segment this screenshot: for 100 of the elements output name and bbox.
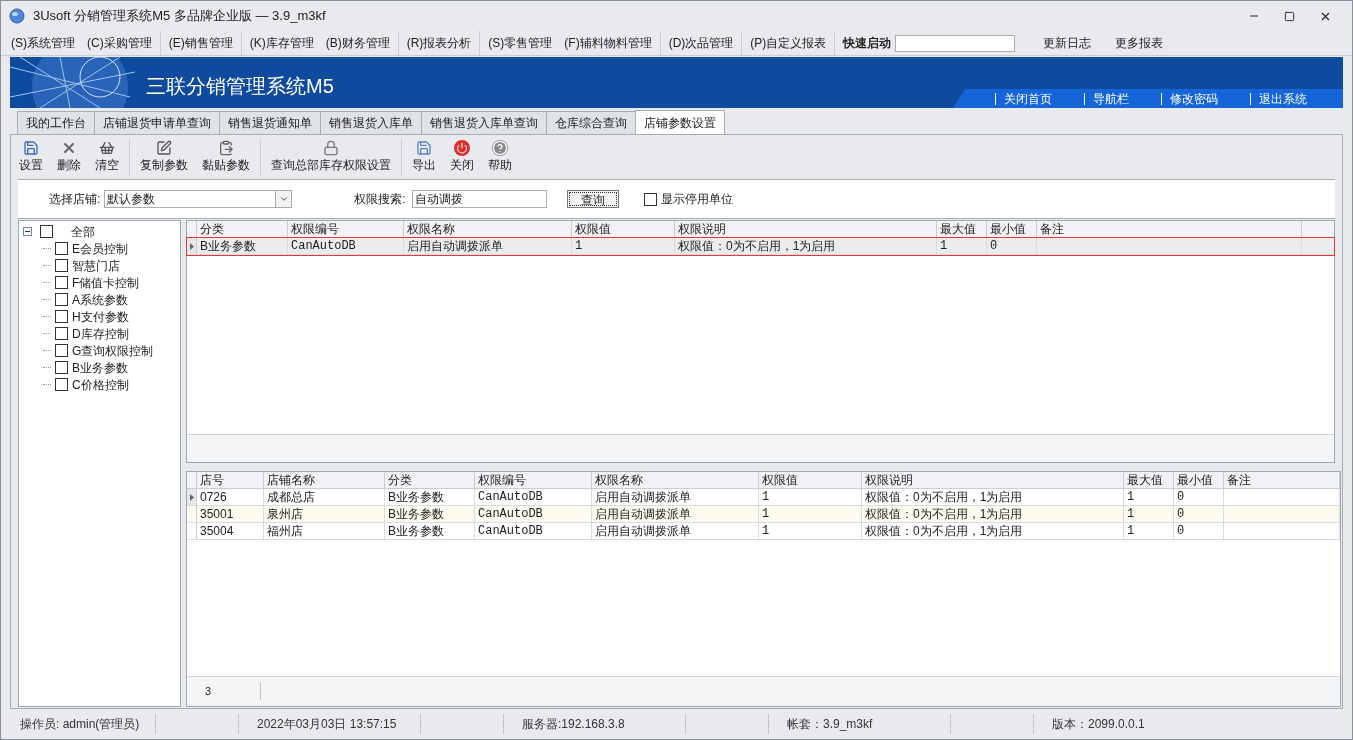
toolbar-button[interactable]: 查询总部库存权限设置 <box>267 140 395 174</box>
search-label: 权限搜索: <box>354 191 406 208</box>
checkbox[interactable] <box>55 259 68 272</box>
table-row[interactable]: B业务参数 CanAutoDB 启用自动调拨派单 1 权限值：0为不启用，1为启用 1 0 <box>187 238 1334 255</box>
store-dropdown[interactable]: 默认参数 <box>104 190 293 208</box>
checkbox[interactable] <box>55 327 68 340</box>
table-cell-text: 启用自动调拨派单 <box>594 506 692 522</box>
banner-link[interactable]: 导航栏 <box>1084 92 1129 105</box>
tree-item[interactable]: 全部 <box>71 222 95 241</box>
restore-icon[interactable] <box>1284 10 1295 22</box>
clipboard-icon <box>218 140 234 156</box>
toolbar-button[interactable]: 关闭 <box>446 140 478 174</box>
checkbox[interactable] <box>643 192 657 206</box>
row-indicator[interactable] <box>187 238 197 254</box>
tab[interactable]: 店铺退货申请单查询 <box>94 111 220 134</box>
tab[interactable]: 销售退货通知单 <box>219 111 321 134</box>
checkbox[interactable] <box>40 225 53 238</box>
table-row[interactable]: 35004 福州店 B业务参数 CanAutoDB 启用自动调拨派单 1 权限值：0为不启用，1为启用 1 0 <box>187 523 1340 540</box>
column-header[interactable]: 最大值 <box>1124 472 1174 488</box>
checkbox[interactable] <box>55 344 68 357</box>
tab[interactable]: 店铺参数设置 <box>635 110 725 134</box>
tree-item[interactable]: G查询权限控制 <box>72 341 154 360</box>
tree-item[interactable]: E会员控制 <box>72 239 128 258</box>
column-header[interactable]: 店铺名称 <box>264 472 385 488</box>
column-header[interactable]: 权限名称 <box>592 472 759 488</box>
column-header[interactable]: 权限值 <box>759 472 862 488</box>
tree-item[interactable]: B业务参数 <box>72 358 128 377</box>
store-label: 选择店铺: <box>49 191 101 208</box>
table-cell-text: 0 <box>989 238 999 254</box>
table-row[interactable]: 35001 泉州店 B业务参数 CanAutoDB 启用自动调拨派单 1 权限值：0为不启用，1为启用 1 0 <box>187 506 1340 523</box>
checkbox[interactable] <box>55 293 68 306</box>
banner-link[interactable]: 关闭首页 <box>995 92 1052 105</box>
table-cell-text: CanAutoDB <box>477 506 544 522</box>
tree-item[interactable]: A系统参数 <box>72 290 128 309</box>
column-header[interactable]: 权限说明 <box>862 472 1124 488</box>
status-text: 2022年03月03日 13:57:15 <box>256 716 398 733</box>
window-title: 3Usoft 分销管理系统M5 多品牌企业版 — 3.9_m3kf <box>33 7 326 26</box>
toolbar-button[interactable]: 删除 <box>53 140 85 174</box>
toolbar-button[interactable]: 设置 <box>15 140 47 174</box>
collapse-icon[interactable] <box>23 227 32 236</box>
tab[interactable]: 销售退货入库单 <box>320 111 422 134</box>
table-cell-text: CanAutoDB <box>477 523 544 539</box>
column-header[interactable]: 最小值 <box>1174 472 1224 488</box>
toolbar-button[interactable]: 黏贴参数 <box>198 140 254 174</box>
menu-item[interactable]: (S)系统管理 <box>11 34 75 52</box>
table-cell-text: 权限值：0为不启用，1为启用 <box>864 523 1024 539</box>
row-count: 3 <box>205 683 261 700</box>
quick-launch-label: 快速启动 <box>843 35 892 52</box>
table-cell-text: 0 <box>1176 506 1186 522</box>
pencil-icon <box>156 140 172 156</box>
tab[interactable]: 销售退货入库单查询 <box>421 111 547 134</box>
table-row[interactable]: 0726 成都总店 B业务参数 CanAutoDB 启用自动调拨派单 1 权限值：0为不启用，1为启用 1 0 <box>187 489 1340 506</box>
menu-item[interactable]: (F)辅料物料管理 <box>564 34 652 52</box>
tree-item[interactable]: F储值卡控制 <box>72 273 140 292</box>
lock-icon <box>323 140 339 156</box>
menu-item[interactable]: (B)财务管理 <box>325 34 390 52</box>
checkbox[interactable] <box>55 310 68 323</box>
tab[interactable]: 我的工作台 <box>17 111 95 134</box>
table-cell-text: 1 <box>939 238 949 254</box>
toolbar-button[interactable]: 帮助 <box>484 140 516 174</box>
banner-link[interactable]: 退出系统 <box>1250 92 1307 105</box>
query-button[interactable]: 查询 <box>566 190 619 208</box>
checkbox[interactable] <box>55 276 68 289</box>
column-header[interactable]: 备注 <box>1224 472 1340 488</box>
help-icon <box>492 140 508 156</box>
tree-item[interactable]: H支付参数 <box>72 307 129 326</box>
column-header[interactable]: 分类 <box>385 472 475 488</box>
row-indicator[interactable] <box>187 489 197 505</box>
toolbar-button[interactable]: 清空 <box>91 140 123 174</box>
column-header[interactable]: 权限编号 <box>475 472 592 488</box>
column-header[interactable]: 店号 <box>197 472 264 488</box>
basket-icon <box>99 140 115 156</box>
checkbox[interactable] <box>55 361 68 374</box>
tree-item[interactable]: D库存控制 <box>72 324 129 343</box>
checkbox[interactable] <box>55 378 68 391</box>
tab[interactable]: 仓库综合查询 <box>546 111 636 134</box>
menu-item[interactable]: (E)销售管理 <box>168 34 233 52</box>
tree-item[interactable]: 智慧门店 <box>72 256 120 275</box>
menu-item[interactable]: (P)自定义报表 <box>750 34 827 52</box>
quick-launch-field[interactable] <box>895 34 1016 52</box>
permission-search-field[interactable]: 自动调拨 <box>411 190 547 208</box>
toolbar-button[interactable]: 复制参数 <box>136 140 192 174</box>
table-cell-text: 权限值：0为不启用，1为启用 <box>677 238 837 254</box>
menu-link[interactable]: 更新日志 <box>1043 34 1092 52</box>
table-cell-text: 1 <box>1126 523 1136 539</box>
table-cell-text: 1 <box>574 238 584 254</box>
menu-item[interactable]: (D)次品管理 <box>668 34 734 52</box>
tree-item[interactable]: C价格控制 <box>72 375 129 394</box>
table-cell-text: 1 <box>1126 506 1136 522</box>
table-cell-text: B业务参数 <box>387 506 445 522</box>
menu-item[interactable]: (R)报表分析 <box>406 34 472 52</box>
table-cell-text: 权限值：0为不启用，1为启用 <box>864 506 1024 522</box>
status-text: 帐套：3.9_m3kf <box>786 716 874 733</box>
checkbox[interactable] <box>55 242 68 255</box>
toolbar-button[interactable]: 导出 <box>408 140 440 174</box>
menu-item[interactable]: (K)库存管理 <box>249 34 314 52</box>
menu-item[interactable]: (C)采购管理 <box>87 34 152 52</box>
banner-link[interactable]: 修改密码 <box>1161 92 1218 105</box>
menu-link[interactable]: 更多报表 <box>1115 34 1164 52</box>
menu-item[interactable]: (S)零售管理 <box>488 34 553 52</box>
